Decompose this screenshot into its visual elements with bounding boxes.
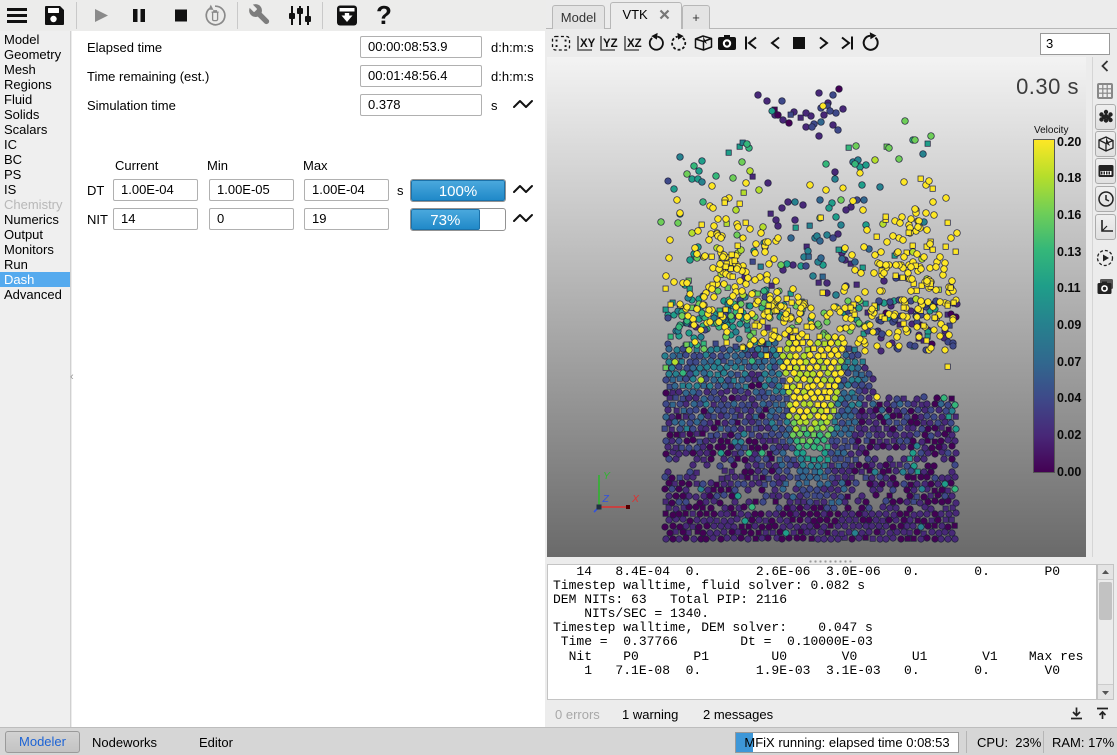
svg-text:YZ: YZ — [603, 38, 618, 50]
svg-text:Y: Y — [603, 470, 611, 482]
svg-text:Z: Z — [602, 493, 610, 505]
svg-text:XZ: XZ — [627, 38, 642, 50]
svg-text:X: X — [631, 493, 640, 505]
svg-text:XY: XY — [580, 38, 596, 50]
svg-text:?: ? — [376, 0, 392, 30]
